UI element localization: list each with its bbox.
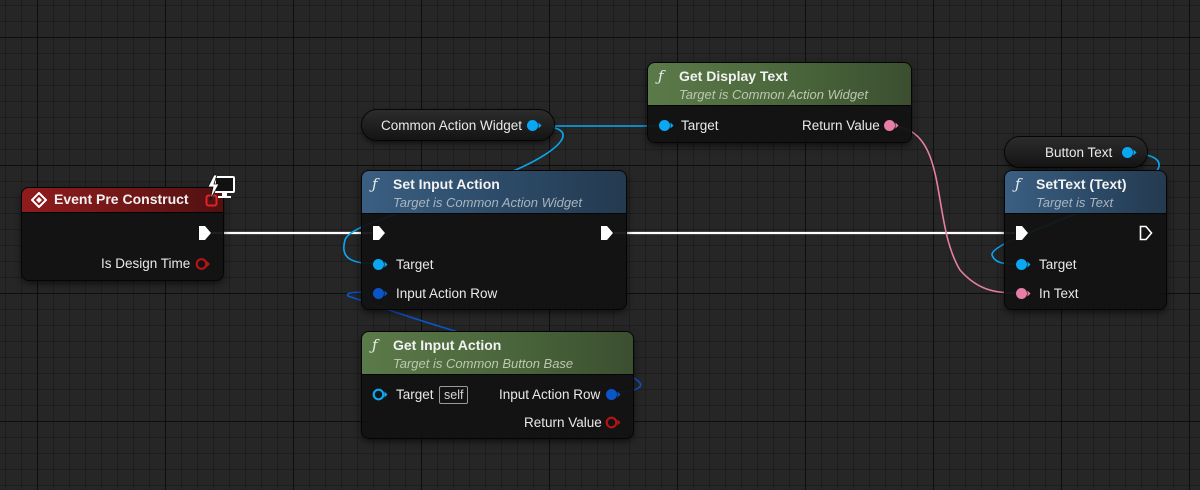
- is-design-time-label: Is Design Time: [101, 256, 191, 271]
- get-input-action-return-label: Return Value: [524, 415, 602, 430]
- get-display-text-target-pin[interactable]: [658, 119, 674, 132]
- settext-header[interactable]: ƒ SetText (Text) Target is Text: [1005, 171, 1166, 214]
- set-input-action-row-label: Input Action Row: [396, 286, 498, 301]
- get-display-text-node[interactable]: ƒ Get Display Text Target is Common Acti…: [648, 63, 911, 142]
- settext-exec-out-pin[interactable]: [1139, 225, 1153, 241]
- settext-node[interactable]: ƒ SetText (Text) Target is Text Target I…: [1005, 171, 1166, 309]
- event-diamond-icon: [31, 192, 47, 208]
- get-display-text-header[interactable]: ƒ Get Display Text Target is Common Acti…: [648, 63, 911, 106]
- set-input-action-row-pin[interactable]: [372, 287, 388, 300]
- monitor-lightning-icon: [207, 174, 235, 201]
- is-design-time-pin[interactable]: [195, 257, 211, 271]
- set-input-action-exec-in-pin[interactable]: [372, 225, 386, 241]
- set-input-action-header[interactable]: ƒ Set Input Action Target is Common Acti…: [362, 171, 626, 214]
- function-icon: ƒ: [372, 336, 378, 354]
- event-node-header[interactable]: Event Pre Construct: [22, 188, 223, 213]
- get-display-text-subtitle: Target is Common Action Widget: [679, 87, 868, 102]
- event-node-title: Event Pre Construct: [54, 191, 189, 207]
- get-input-action-row-pin[interactable]: [605, 388, 621, 401]
- wire-display-text-to-in-text[interactable]: [892, 125, 1023, 294]
- function-icon: ƒ: [372, 175, 378, 193]
- function-icon: ƒ: [1015, 175, 1021, 193]
- set-input-action-node[interactable]: ƒ Set Input Action Target is Common Acti…: [362, 171, 626, 309]
- get-display-text-target-label: Target: [681, 118, 719, 133]
- get-input-action-return-pin[interactable]: [605, 416, 621, 429]
- get-input-action-title: Get Input Action: [393, 337, 502, 353]
- get-input-action-subtitle: Target is Common Button Base: [393, 356, 574, 371]
- get-input-action-header[interactable]: ƒ Get Input Action Target is Common Butt…: [362, 332, 633, 375]
- set-input-action-target-pin[interactable]: [372, 258, 388, 271]
- set-input-action-title: Set Input Action: [393, 176, 500, 192]
- button-text-label: Button Text: [1045, 145, 1113, 160]
- get-input-action-row-label: Input Action Row: [499, 387, 601, 402]
- get-input-action-target-pin[interactable]: [372, 388, 388, 401]
- common-action-widget-variable-node[interactable]: Common Action Widget: [362, 110, 554, 140]
- settext-title: SetText (Text): [1036, 176, 1127, 192]
- get-display-text-return-label: Return Value: [802, 118, 880, 133]
- event-pre-construct-node[interactable]: Event Pre Construct Is Design Time: [22, 188, 223, 280]
- set-input-action-target-label: Target: [396, 257, 434, 272]
- settext-exec-in-pin[interactable]: [1015, 225, 1029, 241]
- function-icon: ƒ: [658, 67, 664, 85]
- get-display-text-return-pin[interactable]: [883, 119, 899, 132]
- common-action-widget-out-pin[interactable]: [526, 119, 542, 132]
- settext-subtitle: Target is Text: [1036, 195, 1114, 210]
- button-text-out-pin[interactable]: [1121, 146, 1137, 159]
- self-default-value-box[interactable]: self: [439, 386, 469, 404]
- event-exec-out-pin[interactable]: [198, 225, 212, 241]
- button-text-variable-node[interactable]: Button Text: [1005, 137, 1147, 167]
- set-input-action-exec-out-pin[interactable]: [600, 225, 614, 241]
- blueprint-graph-canvas[interactable]: Event Pre Construct Is Design Time Commo…: [0, 0, 1200, 490]
- settext-target-pin[interactable]: [1015, 258, 1031, 271]
- set-input-action-subtitle: Target is Common Action Widget: [393, 195, 582, 210]
- settext-in-text-pin[interactable]: [1015, 287, 1031, 300]
- get-display-text-title: Get Display Text: [679, 68, 788, 84]
- get-input-action-node[interactable]: ƒ Get Input Action Target is Common Butt…: [362, 332, 633, 438]
- settext-in-text-label: In Text: [1039, 286, 1079, 301]
- get-input-action-target-label: Target: [396, 387, 434, 402]
- common-action-widget-label: Common Action Widget: [381, 118, 523, 133]
- settext-target-label: Target: [1039, 257, 1077, 272]
